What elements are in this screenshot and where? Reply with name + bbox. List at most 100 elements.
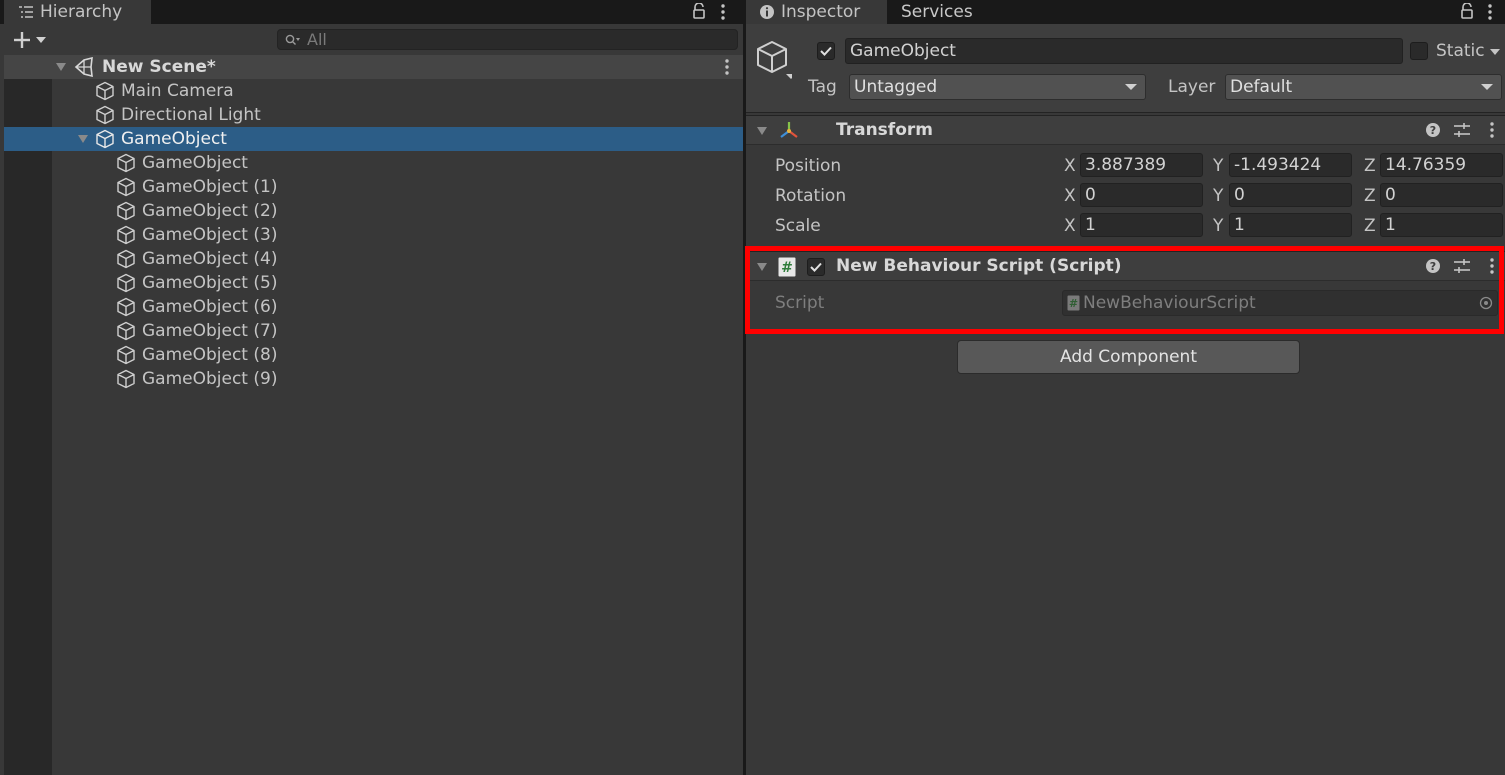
scale-x-field[interactable]: 1 — [1080, 213, 1203, 237]
search-input[interactable]: All — [277, 29, 738, 50]
rotation-x-field[interactable]: 0 — [1080, 183, 1203, 207]
axis-x-label[interactable]: X — [1064, 186, 1076, 206]
object-picker-icon[interactable] — [1479, 296, 1493, 310]
transform-component-header[interactable]: Transform ? — [746, 115, 1505, 145]
hierarchy-item-label: GameObject — [121, 129, 227, 149]
hierarchy-item-child[interactable]: GameObject (6) — [4, 295, 743, 319]
hierarchy-tab-bar: Hierarchy — [0, 0, 743, 24]
hierarchy-item-child[interactable]: GameObject (9) — [4, 367, 743, 391]
axis-y-label[interactable]: Y — [1213, 156, 1223, 176]
hierarchy-item-child[interactable]: GameObject (7) — [4, 319, 743, 343]
gameobject-cube-icon — [116, 249, 136, 269]
hierarchy-item-gameobject[interactable]: GameObject — [4, 127, 743, 151]
hierarchy-item-label: GameObject (1) — [142, 177, 278, 197]
create-button[interactable] — [12, 30, 52, 50]
axis-y-label[interactable]: Y — [1213, 216, 1223, 236]
foldout-expanded-icon[interactable] — [55, 61, 67, 73]
script-field-value: NewBehaviourScript — [1083, 293, 1256, 313]
foldout-expanded-icon[interactable] — [756, 125, 768, 137]
search-placeholder: All — [307, 30, 327, 49]
lock-icon[interactable] — [692, 3, 706, 19]
active-checkbox[interactable] — [817, 42, 835, 60]
position-z-field[interactable]: 14.76359 — [1380, 153, 1503, 177]
gameobject-cube-icon — [116, 201, 136, 221]
kebab-menu-icon[interactable] — [1488, 121, 1496, 139]
script-component-header[interactable]: # New Behaviour Script (Script) ? — [746, 251, 1505, 281]
scale-label: Scale — [775, 216, 821, 236]
static-label[interactable]: Static — [1436, 41, 1485, 61]
hierarchy-list-icon — [18, 5, 34, 19]
script-object-field[interactable]: # NewBehaviourScript — [1062, 290, 1498, 316]
position-y-field[interactable]: -1.493424 — [1229, 153, 1352, 177]
hierarchy-item-child[interactable]: GameObject (3) — [4, 223, 743, 247]
chevron-down-icon — [1125, 83, 1137, 91]
hierarchy-item-label: GameObject (6) — [142, 297, 278, 317]
kebab-menu-icon[interactable] — [1488, 257, 1496, 275]
axis-z-label[interactable]: Z — [1364, 156, 1376, 176]
scene-kebab-menu-icon[interactable] — [723, 58, 731, 76]
add-component-button[interactable]: Add Component — [957, 340, 1300, 374]
rotation-z-field[interactable]: 0 — [1380, 183, 1503, 207]
tab-services[interactable]: Services — [901, 0, 973, 24]
hierarchy-item-child[interactable]: GameObject (5) — [4, 271, 743, 295]
object-name-field[interactable]: GameObject — [845, 38, 1403, 64]
hierarchy-item-directional-light[interactable]: Directional Light — [4, 103, 743, 127]
axis-x-label[interactable]: X — [1064, 216, 1076, 236]
scene-label: New Scene* — [102, 57, 216, 77]
hierarchy-item-child[interactable]: GameObject (8) — [4, 343, 743, 367]
position-x-value: 3.887389 — [1085, 155, 1167, 175]
kebab-menu-icon[interactable] — [719, 3, 727, 21]
svg-text:?: ? — [1430, 124, 1436, 137]
axis-x-label[interactable]: X — [1064, 156, 1076, 176]
tab-inspector[interactable]: Inspector — [746, 0, 887, 24]
gameobject-cube-icon — [116, 321, 136, 341]
preset-sliders-icon[interactable] — [1453, 258, 1471, 274]
hierarchy-item-main-camera[interactable]: Main Camera — [4, 79, 743, 103]
scene-row[interactable]: New Scene* — [4, 55, 743, 79]
object-name-value: GameObject — [850, 41, 956, 61]
kebab-menu-icon[interactable] — [1486, 3, 1494, 21]
gameobject-cube-icon — [116, 177, 136, 197]
scale-y-field[interactable]: 1 — [1229, 213, 1352, 237]
script-enabled-checkbox[interactable] — [807, 258, 825, 276]
gameobject-cube-icon — [116, 225, 136, 245]
foldout-expanded-icon[interactable] — [756, 261, 768, 273]
chevron-down-icon — [1481, 83, 1493, 91]
foldout-expanded-icon[interactable] — [77, 133, 89, 145]
tag-dropdown[interactable]: Untagged — [849, 74, 1146, 100]
gameobject-large-cube-icon[interactable] — [756, 40, 792, 80]
tab-inspector-label: Inspector — [781, 2, 861, 22]
help-icon[interactable]: ? — [1425, 122, 1441, 138]
hierarchy-item-child[interactable]: GameObject (4) — [4, 247, 743, 271]
gameobject-cube-icon — [116, 297, 136, 317]
axis-z-label[interactable]: Z — [1364, 186, 1376, 206]
gameobject-cube-icon — [116, 153, 136, 173]
help-icon[interactable]: ? — [1425, 258, 1441, 274]
static-checkbox[interactable] — [1410, 42, 1428, 60]
chevron-down-icon[interactable] — [1490, 48, 1500, 56]
script-component-title: New Behaviour Script (Script) — [836, 256, 1122, 276]
tab-hierarchy[interactable]: Hierarchy — [4, 0, 151, 24]
hierarchy-item-label: GameObject (4) — [142, 249, 278, 269]
position-y-value: -1.493424 — [1234, 155, 1322, 175]
hierarchy-item-child[interactable]: GameObject (2) — [4, 199, 743, 223]
gameobject-cube-icon — [95, 81, 115, 101]
axis-z-label[interactable]: Z — [1364, 216, 1376, 236]
preset-sliders-icon[interactable] — [1453, 122, 1471, 138]
csharp-script-small-icon: # — [1067, 295, 1080, 311]
rotation-x-value: 0 — [1085, 185, 1096, 205]
position-x-field[interactable]: 3.887389 — [1080, 153, 1203, 177]
scale-y-value: 1 — [1234, 215, 1245, 235]
hierarchy-item-label: GameObject (8) — [142, 345, 278, 365]
hierarchy-item-child[interactable]: GameObject (1) — [4, 175, 743, 199]
plus-icon — [12, 30, 32, 50]
checkmark-icon — [820, 46, 832, 56]
position-z-value: 14.76359 — [1385, 155, 1467, 175]
hierarchy-item-child[interactable]: GameObject — [4, 151, 743, 175]
rotation-y-field[interactable]: 0 — [1229, 183, 1352, 207]
axis-y-label[interactable]: Y — [1213, 186, 1223, 206]
layer-value: Default — [1230, 77, 1293, 97]
lock-icon[interactable] — [1460, 3, 1474, 19]
layer-dropdown[interactable]: Default — [1225, 74, 1502, 100]
scale-z-field[interactable]: 1 — [1380, 213, 1503, 237]
